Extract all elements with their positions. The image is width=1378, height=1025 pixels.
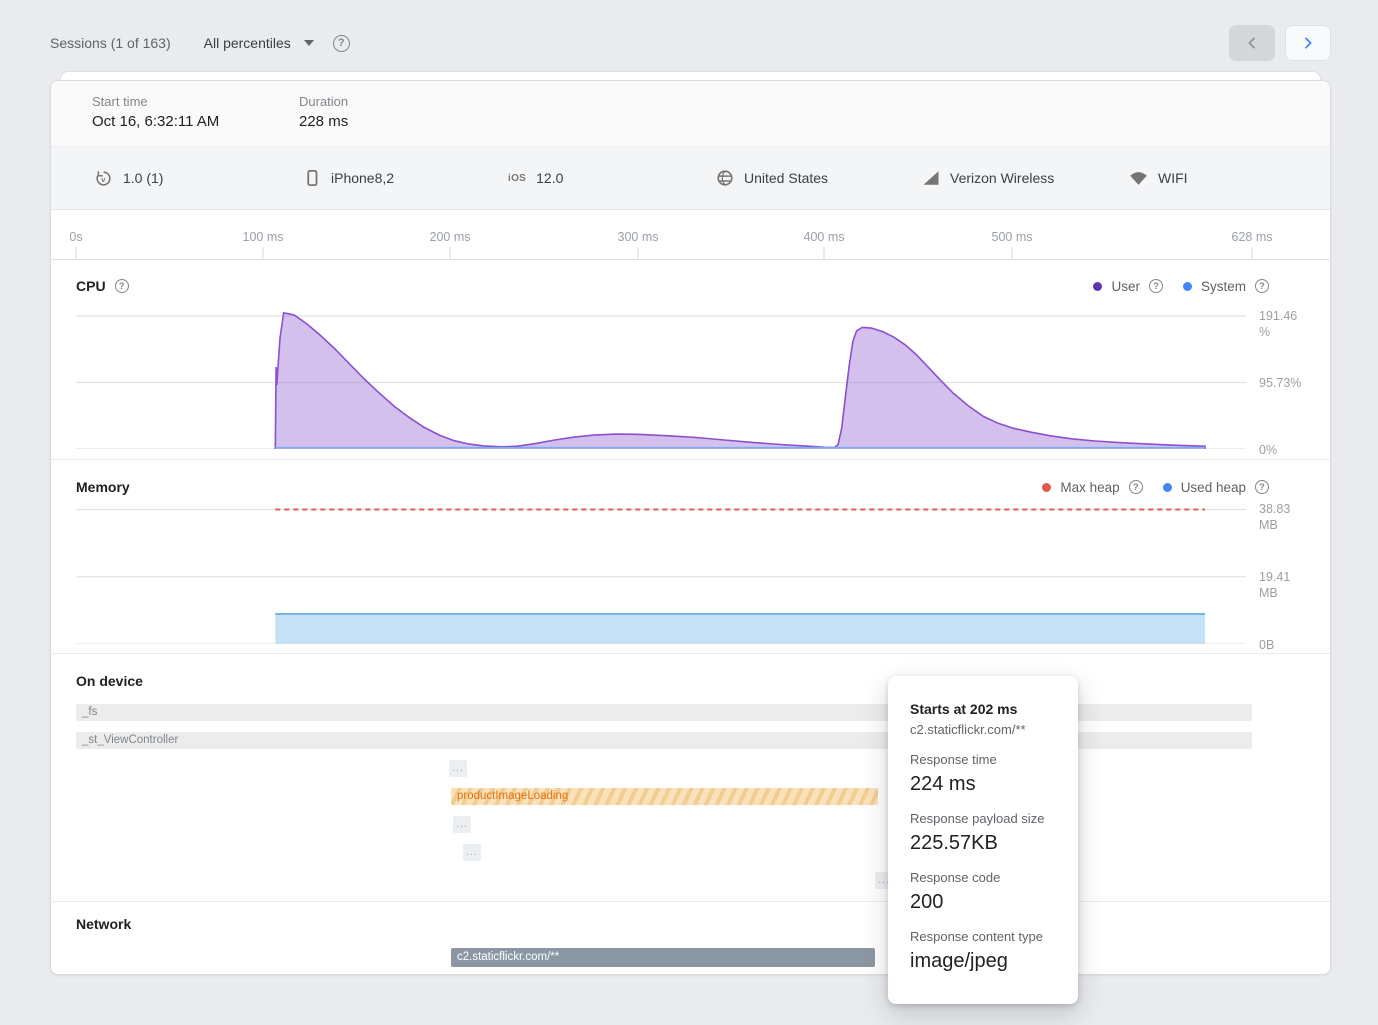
used-heap-legend-dot <box>1163 483 1172 492</box>
duration-block: Duration 228 ms <box>299 94 506 146</box>
system-legend-dot <box>1183 282 1192 291</box>
legend-item-used-heap: Used heap <box>1163 480 1269 495</box>
os-version-value: 12.0 <box>536 170 563 186</box>
start-time-block: Start time Oct 16, 6:32:11 AM <box>92 94 299 146</box>
cpu-help-icon[interactable] <box>115 279 129 293</box>
timeline-tick: 400 ms <box>804 230 845 259</box>
duration-value: 228 ms <box>299 113 506 130</box>
request-tooltip: Starts at 202 ms c2.staticflickr.com/** … <box>888 676 1078 1004</box>
wifi-icon <box>1129 170 1148 187</box>
memory-ytick: 38.83 MB <box>1259 501 1305 533</box>
signal-icon <box>922 169 940 187</box>
app-version-value: 1.0 (1) <box>123 170 163 186</box>
country-value: United States <box>744 170 828 186</box>
device-info-row: v 1.0 (1) iPhone8,2 iOS 12.0 United Stat… <box>51 147 1330 210</box>
tooltip-field-label: Response payload size <box>910 811 1056 826</box>
tooltip-field-label: Response content type <box>910 929 1056 944</box>
timeline-tick: 100 ms <box>243 230 284 259</box>
tooltip-field-value: 200 <box>910 891 1056 914</box>
cpu-ytick: 191.46 % <box>1259 308 1305 340</box>
country-item: United States <box>716 147 828 209</box>
cpu-ytick: 0% <box>1259 442 1305 458</box>
session-summary-header: Start time Oct 16, 6:32:11 AM Duration 2… <box>51 81 1330 147</box>
on-device-section-title: On device <box>76 673 143 689</box>
network-type-item: WIFI <box>1129 147 1188 209</box>
duration-label: Duration <box>299 94 506 109</box>
timeline-tick: 200 ms <box>430 230 471 259</box>
device-model-item: iPhone8,2 <box>303 147 394 209</box>
tooltip-field-value: 224 ms <box>910 773 1056 796</box>
sessions-help-icon[interactable] <box>333 35 350 52</box>
timeline-tick: 0s <box>69 230 82 259</box>
cpu-section-title: CPU <box>76 278 129 294</box>
app-version-item: v 1.0 (1) <box>94 147 163 209</box>
timeline-tick: 300 ms <box>618 230 659 259</box>
legend-item-max-heap: Max heap <box>1042 480 1142 495</box>
phone-icon <box>303 168 321 188</box>
chevron-down-icon <box>304 40 314 46</box>
memory-legend: Max heap Used heap <box>1042 480 1269 495</box>
chevron-right-icon <box>1300 35 1316 51</box>
tooltip-field-value: 225.57KB <box>910 832 1056 855</box>
sessions-count-label: Sessions (1 of 163) <box>50 35 171 51</box>
timeline-axis: 0s 100 ms 200 ms 300 ms 400 ms 500 ms 62… <box>51 209 1330 260</box>
tooltip-url: c2.staticflickr.com/** <box>910 722 1056 737</box>
start-time-value: Oct 16, 6:32:11 AM <box>92 113 299 130</box>
used-heap-help-icon[interactable] <box>1255 480 1269 494</box>
tooltip-title: Starts at 202 ms <box>910 701 1056 717</box>
percentiles-dropdown[interactable]: All percentiles <box>204 35 314 51</box>
network-type-value: WIFI <box>1158 170 1188 186</box>
memory-chart[interactable] <box>76 502 1246 644</box>
cpu-chart[interactable] <box>76 301 1246 449</box>
carrier-value: Verizon Wireless <box>950 170 1054 186</box>
memory-ytick: 19.41 MB <box>1259 569 1305 601</box>
user-help-icon[interactable] <box>1149 279 1163 293</box>
collapsed-trace-chip[interactable]: ... <box>463 844 481 861</box>
cpu-section: CPU User System 191.46 % 95.73% 0% <box>51 259 1330 459</box>
svg-text:v: v <box>101 175 106 184</box>
session-nav <box>1229 25 1331 61</box>
max-heap-help-icon[interactable] <box>1129 480 1143 494</box>
collapsed-trace-chip[interactable]: ... <box>453 816 471 833</box>
tooltip-field-label: Response time <box>910 752 1056 767</box>
on-device-section: On device <box>51 653 1330 902</box>
cpu-legend: User System <box>1093 279 1269 294</box>
legend-item-user: User <box>1093 279 1163 294</box>
session-card: Start time Oct 16, 6:32:11 AM Duration 2… <box>50 80 1331 975</box>
os-icon: iOS <box>508 173 526 184</box>
app-version-icon: v <box>94 169 113 188</box>
memory-ytick: 0B <box>1259 637 1305 653</box>
device-model-value: iPhone8,2 <box>331 170 394 186</box>
timeline-tick: 500 ms <box>992 230 1033 259</box>
toolbar: Sessions (1 of 163) All percentiles <box>50 25 1331 61</box>
chevron-left-icon <box>1244 35 1260 51</box>
next-session-button[interactable] <box>1285 25 1331 61</box>
tooltip-field-label: Response code <box>910 870 1056 885</box>
start-time-label: Start time <box>92 94 299 109</box>
tooltip-field-value: image/jpeg <box>910 950 1056 973</box>
cpu-ytick: 95.73% <box>1259 375 1305 391</box>
trace-bar[interactable]: productImageLoading <box>451 788 878 805</box>
max-heap-legend-dot <box>1042 483 1051 492</box>
memory-section-title: Memory <box>76 479 130 495</box>
prev-session-button <box>1229 25 1275 61</box>
network-request-bar[interactable]: c2.staticflickr.com/** <box>451 948 875 967</box>
network-section-title: Network <box>76 916 131 932</box>
collapsed-trace-chip[interactable]: ... <box>449 760 467 777</box>
legend-item-system: System <box>1183 279 1269 294</box>
memory-section: Memory Max heap Used heap 38.83 MB 19.41… <box>51 459 1330 654</box>
os-item: iOS 12.0 <box>508 147 563 209</box>
system-help-icon[interactable] <box>1255 279 1269 293</box>
percentiles-dropdown-label: All percentiles <box>204 35 291 51</box>
globe-icon <box>716 169 734 187</box>
user-legend-dot <box>1093 282 1102 291</box>
timeline-tick: 628 ms <box>1232 230 1273 259</box>
carrier-item: Verizon Wireless <box>922 147 1054 209</box>
